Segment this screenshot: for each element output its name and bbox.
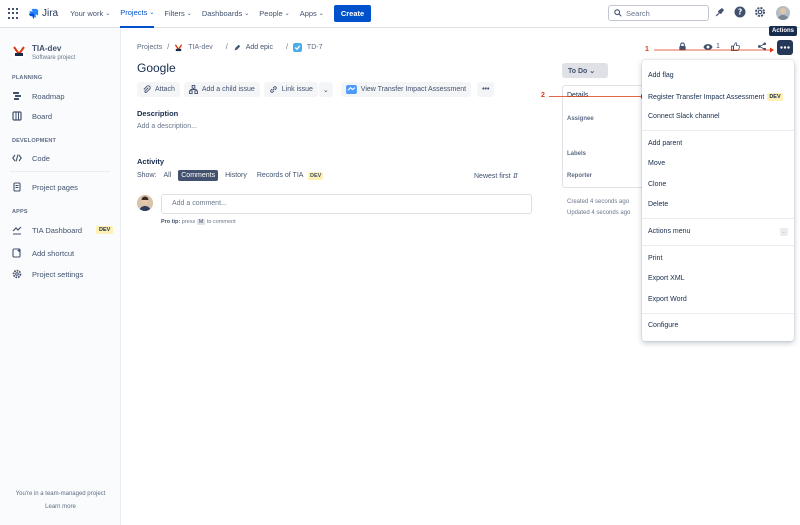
menu-item-actions-menu[interactable]: Actions menu (648, 228, 690, 235)
menu-divider (642, 245, 794, 246)
menu-item-configure[interactable]: Configure (648, 322, 678, 329)
menu-item-move[interactable]: Move (648, 160, 665, 167)
menu-divider (642, 130, 794, 131)
keyboard-shortcut-hint: . (780, 228, 788, 236)
menu-item-add-parent[interactable]: Add parent (648, 140, 682, 147)
menu-divider (642, 313, 794, 314)
menu-item-export-word[interactable]: Export Word (648, 296, 687, 303)
annotation-number-1: 1 (645, 46, 649, 53)
menu-item-add-flag[interactable]: Add flag (648, 72, 674, 79)
menu-item-clone[interactable]: Clone (648, 181, 666, 188)
menu-item-register-tia[interactable]: Register Transfer Impact Assessment DEV (648, 93, 783, 101)
menu-item-delete[interactable]: Delete (648, 201, 668, 208)
menu-divider (642, 218, 794, 219)
actions-menu: Add flag Register Transfer Impact Assess… (642, 60, 794, 341)
menu-item-connect-slack[interactable]: Connect Slack channel (648, 113, 720, 120)
annotation-number-2: 2 (541, 92, 545, 99)
menu-item-print[interactable]: Print (648, 255, 662, 262)
menu-item-register-tia-label: Register Transfer Impact Assessment (648, 93, 765, 101)
dev-badge: DEV (767, 93, 783, 101)
menu-item-export-xml[interactable]: Export XML (648, 275, 685, 282)
